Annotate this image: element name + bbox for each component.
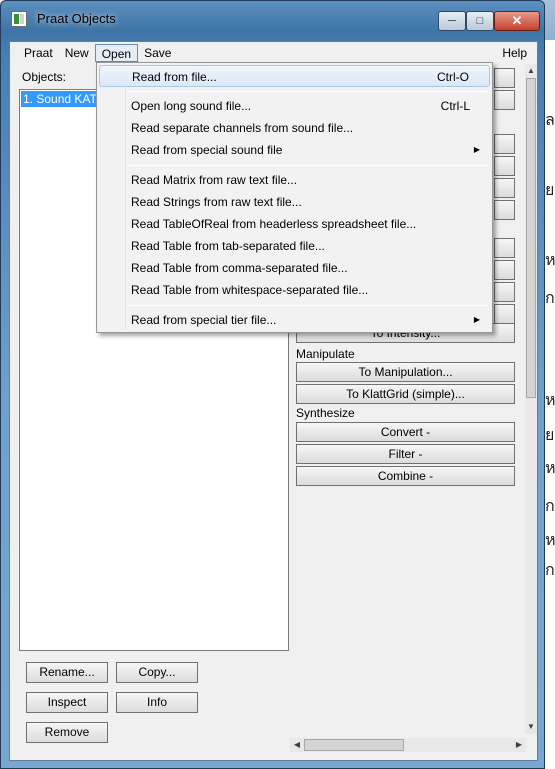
action-button-hidden[interactable] [494,134,515,154]
menu-new[interactable]: New [59,44,95,62]
background-glyph: ย [545,425,555,444]
menu-item-read-from-file[interactable]: Read from file... Ctrl-O [99,65,490,87]
triangle-right-icon: ▶ [473,145,480,154]
background-glyph: ล [545,110,555,129]
close-icon: ✕ [511,13,523,28]
menu-praat[interactable]: Praat [18,44,59,62]
menu-item-label: Read TableOfReal from headerless spreads… [131,217,417,231]
window-title: Praat Objects [37,11,116,26]
menu-item-read-strings[interactable]: Read Strings from raw text file... [99,191,490,213]
rename-button[interactable]: Rename... [26,662,108,683]
action-button-hidden[interactable] [494,260,515,280]
close-button[interactable]: ✕ [494,11,540,31]
action-button-hidden[interactable] [494,90,515,110]
minimize-icon: ─ [448,15,456,27]
vertical-scrollbar[interactable]: ▲ ▼ [525,64,537,734]
menu-item-read-separate-channels[interactable]: Read separate channels from sound file..… [99,117,490,139]
background-glyph: ก [545,496,555,515]
menu-item-label: Read from special tier file... [131,313,277,327]
maximize-button[interactable]: □ [466,11,494,31]
background-glyph: ย [545,180,555,199]
to-klattgrid-button[interactable]: To KlattGrid (simple)... [296,384,515,404]
menu-separator [128,165,488,166]
to-manipulation-button[interactable]: To Manipulation... [296,362,515,382]
action-button-hidden[interactable] [494,282,515,302]
menu-item-label: Read Table from whitespace-separated fil… [131,283,369,297]
menu-item-label: Read from file... [132,70,217,84]
action-button-hidden[interactable] [494,238,515,258]
menu-item-read-table-whitespace[interactable]: Read Table from whitespace-separated fil… [99,279,490,301]
info-button[interactable]: Info [116,692,198,713]
objects-label: Objects: [22,70,67,84]
menu-help[interactable]: Help [496,44,533,62]
scroll-up-icon[interactable]: ▲ [525,64,537,78]
title-bar[interactable]: Praat Objects ─ □ ✕ [1,1,546,37]
background-glyph: ก [545,288,555,307]
menu-item-label: Read from special sound file [131,143,283,157]
remove-button[interactable]: Remove [26,722,108,743]
menu-item-shortcut: Ctrl-O [437,70,469,84]
action-button-hidden[interactable] [494,178,515,198]
combine-button[interactable]: Combine - [296,466,515,486]
maximize-icon: □ [476,15,484,27]
minimize-button[interactable]: ─ [438,11,466,31]
menu-item-label: Read Table from comma-separated file... [131,261,348,275]
menu-open[interactable]: Open [94,44,139,62]
menu-item-label: Read Table from tab-separated file... [131,239,325,253]
action-button-hidden[interactable] [494,156,515,176]
action-button-hidden[interactable] [494,68,515,88]
scroll-left-icon[interactable]: ◀ [290,738,304,752]
menu-item-label: Read Matrix from raw text file... [131,173,298,187]
menu-item-read-table-tab[interactable]: Read Table from tab-separated file... [99,235,490,257]
convert-button[interactable]: Convert - [296,422,515,442]
scroll-down-icon[interactable]: ▼ [525,720,537,734]
triangle-right-icon: ▶ [473,315,480,324]
manipulate-section-label: Manipulate [296,347,355,361]
copy-button[interactable]: Copy... [116,662,198,683]
background-glyph: ห [545,458,555,477]
menu-item-read-special-sound[interactable]: Read from special sound file ▶ [99,139,490,161]
menu-separator [128,305,488,306]
menu-item-read-special-tier[interactable]: Read from special tier file... ▶ [99,309,490,331]
menu-item-read-tableofreal[interactable]: Read TableOfReal from headerless spreads… [99,213,490,235]
menu-item-label: Read Strings from raw text file... [131,195,302,209]
menu-item-shortcut: Ctrl-L [440,99,470,113]
menu-item-open-long-sound[interactable]: Open long sound file... Ctrl-L [99,95,490,117]
menu-item-read-matrix[interactable]: Read Matrix from raw text file... [99,169,490,191]
action-button-hidden[interactable] [494,304,515,324]
inspect-button[interactable]: Inspect [26,692,108,713]
menu-bar: Praat New Open Save Help [10,42,537,64]
horizontal-scrollbar[interactable]: ◀ ▶ [290,738,526,752]
background-glyph: ห [545,390,555,409]
action-button-hidden[interactable] [494,200,515,220]
menu-separator [128,91,488,92]
synthesize-section-label: Synthesize [296,406,355,420]
background-glyph: ห [545,250,555,269]
menu-save[interactable]: Save [138,44,177,62]
scroll-right-icon[interactable]: ▶ [512,738,526,752]
background-glyph: ห [545,530,555,549]
background-glyph: ก [545,560,555,579]
menu-item-label: Open long sound file... [131,99,252,113]
filter-button[interactable]: Filter - [296,444,515,464]
vertical-scroll-thumb[interactable] [526,78,536,398]
horizontal-scroll-thumb[interactable] [304,739,404,751]
menu-item-read-table-comma[interactable]: Read Table from comma-separated file... [99,257,490,279]
menu-item-label: Read separate channels from sound file..… [131,121,354,135]
praat-app-icon [11,11,27,27]
open-menu-dropdown: Read from file... Ctrl-O Open long sound… [96,62,493,333]
